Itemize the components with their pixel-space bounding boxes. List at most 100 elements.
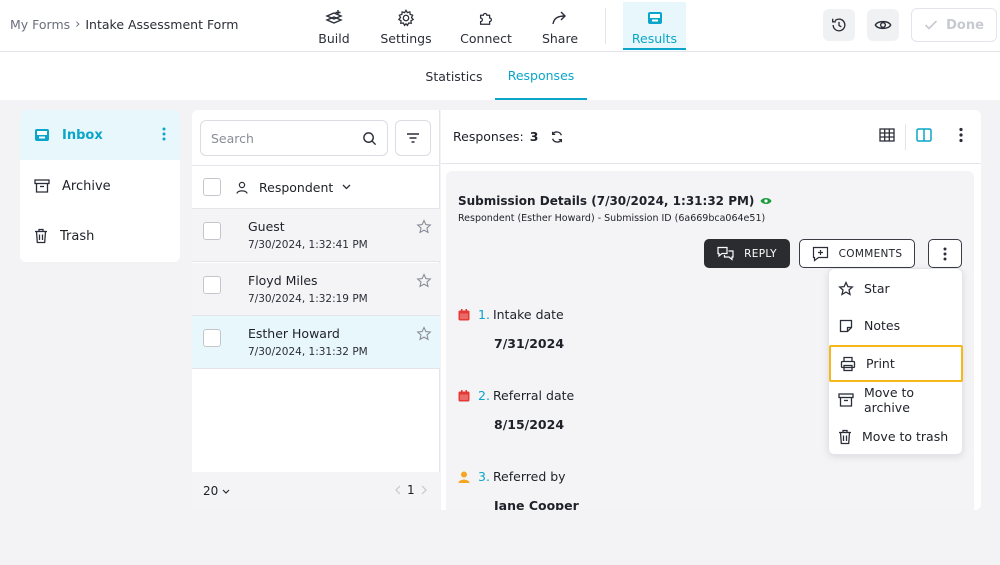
star-icon	[838, 280, 854, 297]
build-icon	[324, 8, 344, 28]
page-size-select[interactable]: 20	[203, 484, 230, 498]
menu-item-print-label: Print	[866, 356, 895, 371]
menu-item-notes[interactable]: Notes	[829, 307, 962, 344]
menu-item-move-to-trash[interactable]: Move to trash	[829, 418, 962, 455]
submission-actions-menu: Star Notes Print Move to archive Move to…	[828, 268, 963, 455]
note-icon	[838, 318, 854, 334]
search-icon[interactable]	[362, 131, 377, 146]
filter-button[interactable]	[395, 120, 431, 156]
submission-date: 7/30/2024, 1:32:19 PM	[248, 293, 368, 305]
tab-responses[interactable]: Responses	[495, 52, 587, 100]
add-comment-icon	[812, 246, 829, 262]
nav-connect[interactable]: Connect	[459, 6, 513, 48]
preview-button[interactable]	[867, 9, 899, 41]
sidebar-item-inbox-label: Inbox	[62, 127, 103, 143]
sidebar-item-trash-label: Trash	[60, 228, 95, 244]
more-options-icon[interactable]	[959, 127, 963, 143]
comments-label: COMMENTS	[838, 247, 903, 260]
history-button[interactable]	[823, 9, 855, 41]
eye-icon	[874, 16, 892, 34]
menu-item-move-to-trash-label: Move to trash	[862, 429, 949, 444]
tab-statistics[interactable]: Statistics	[414, 52, 494, 100]
sidebar-item-archive[interactable]: Archive	[20, 161, 180, 211]
menu-item-print[interactable]: Print	[829, 345, 963, 382]
nav-results[interactable]: Results	[623, 2, 686, 50]
star-icon[interactable]	[416, 273, 432, 289]
share-arrow-icon	[550, 8, 570, 28]
submission-more-button[interactable]	[928, 239, 962, 268]
current-page: 1	[407, 483, 415, 497]
answer-value: Jane Cooper	[494, 498, 579, 510]
page-size-value: 20	[203, 484, 219, 498]
search-input[interactable]	[211, 130, 362, 146]
table-view-icon[interactable]	[879, 127, 895, 143]
breadcrumb-current-form: Intake Assessment Form	[85, 17, 239, 32]
respondent-name: Esther Howard	[248, 326, 340, 341]
done-button[interactable]: Done	[911, 8, 997, 42]
calendar-icon	[458, 389, 470, 402]
inbox-options-icon[interactable]	[162, 127, 166, 141]
breadcrumb-my-forms[interactable]: My Forms	[10, 17, 70, 32]
list-header: Respondent	[192, 165, 440, 209]
pagination: 1	[395, 483, 427, 497]
nav-settings[interactable]: Settings	[380, 6, 432, 48]
question-number: 3.	[478, 469, 490, 484]
list-item[interactable]: Guest 7/30/2024, 1:32:41 PM	[192, 209, 440, 262]
list-item-selected[interactable]: Esther Howard 7/30/2024, 1:31:32 PM	[192, 316, 440, 369]
answer-referral-date: 2. Referral date 8/15/2024	[458, 388, 574, 432]
filter-icon	[406, 132, 420, 144]
refresh-icon[interactable]	[550, 130, 564, 144]
comments-button[interactable]: COMMENTS	[799, 239, 915, 268]
search-box	[200, 120, 388, 156]
menu-item-star[interactable]: Star	[829, 270, 962, 307]
answer-referred-by: 3. Referred by Jane Cooper	[458, 469, 579, 510]
chevron-down-icon[interactable]	[342, 184, 351, 190]
eye-icon[interactable]	[760, 196, 772, 206]
answer-value: 7/31/2024	[494, 336, 565, 351]
question-label: Referred by	[492, 469, 566, 484]
chevron-right-icon[interactable]	[421, 485, 427, 495]
nav-results-label: Results	[631, 31, 678, 46]
select-all-checkbox[interactable]	[203, 178, 221, 196]
row-checkbox[interactable]	[203, 222, 221, 240]
question-label: Intake date	[492, 307, 564, 322]
chevron-down-icon	[222, 489, 230, 494]
sidebar-item-trash[interactable]: Trash	[20, 211, 180, 261]
printer-icon	[840, 356, 856, 372]
app-header: My Forms › Intake Assessment Form Build …	[0, 0, 1000, 52]
split-view-icon[interactable]	[916, 127, 932, 143]
nav-share[interactable]: Share	[540, 6, 580, 48]
answer-intake-date: 1. Intake date 7/31/2024	[458, 307, 564, 351]
reply-label: REPLY	[744, 247, 777, 260]
nav-share-label: Share	[541, 31, 579, 46]
star-icon[interactable]	[416, 326, 432, 342]
kebab-icon	[943, 247, 947, 261]
sidebar-item-inbox[interactable]: Inbox	[20, 110, 180, 160]
list-item[interactable]: Floyd Miles 7/30/2024, 1:32:19 PM	[192, 263, 440, 316]
row-checkbox[interactable]	[203, 329, 221, 347]
respondent-column-label[interactable]: Respondent	[259, 180, 333, 195]
nav-settings-label: Settings	[380, 31, 432, 46]
inbox-icon	[34, 128, 50, 142]
star-icon[interactable]	[416, 219, 432, 235]
breadcrumb-separator: ›	[75, 17, 81, 32]
submissions-list-panel: Respondent Guest 7/30/2024, 1:32:41 PM F…	[192, 110, 440, 510]
detail-toolbar: Responses: 3	[441, 110, 981, 164]
archive-icon	[34, 179, 50, 193]
responses-count-value: 3	[529, 129, 539, 144]
submission-date: 7/30/2024, 1:32:41 PM	[248, 239, 368, 251]
responses-count: Responses: 3	[453, 129, 564, 144]
nav-build[interactable]: Build	[312, 6, 356, 48]
nav-build-label: Build	[318, 31, 350, 46]
reply-button[interactable]: REPLY	[704, 239, 790, 268]
submission-title: Submission Details (7/30/2024, 1:31:32 P…	[458, 194, 772, 208]
answer-value: 8/15/2024	[494, 417, 565, 432]
row-checkbox[interactable]	[203, 276, 221, 294]
view-divider	[905, 124, 906, 150]
menu-item-move-to-archive[interactable]: Move to archive	[829, 381, 962, 418]
done-label: Done	[946, 17, 984, 33]
person-icon	[236, 181, 248, 194]
chevron-left-icon[interactable]	[395, 485, 401, 495]
question-label: Referral date	[492, 388, 575, 403]
submission-subtitle: Respondent (Esther Howard) - Submission …	[458, 213, 766, 224]
